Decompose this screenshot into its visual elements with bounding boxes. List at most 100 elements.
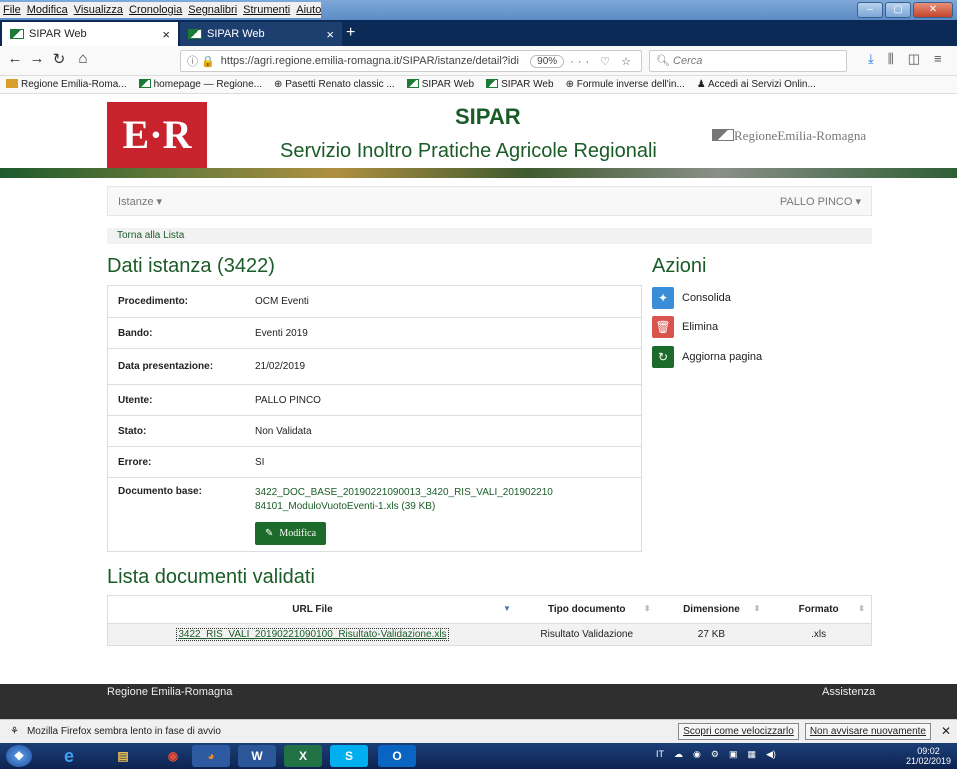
- page-actions-icon[interactable]: ··· ♡ ☆: [570, 55, 635, 68]
- user-dropdown[interactable]: PALLO PINCO ▾: [780, 195, 861, 208]
- language-icon[interactable]: IT: [656, 749, 664, 760]
- menu-cronologia[interactable]: Cronologia: [129, 2, 182, 18]
- volume-icon[interactable]: ◀): [766, 749, 776, 760]
- refresh-icon[interactable]: ↻: [652, 346, 674, 368]
- action-label[interactable]: Consolida: [682, 292, 731, 304]
- col-dimensione[interactable]: Dimensione ⬍: [657, 604, 767, 615]
- download-icon[interactable]: ⤓: [868, 51, 874, 67]
- regione-logo[interactable]: RegioneEmilia-Romagna: [712, 128, 866, 144]
- action-label[interactable]: Elimina: [682, 321, 718, 333]
- bookmark-item[interactable]: SIPAR Web: [486, 79, 554, 90]
- consolida-action[interactable]: ✦ Consolida: [652, 287, 731, 309]
- home-icon[interactable]: ⌂: [72, 50, 94, 67]
- bookmarks-bar: Regione Emilia-Roma... homepage — Region…: [0, 76, 957, 94]
- tab-sipar-1[interactable]: SIPAR Web ×: [2, 22, 178, 46]
- action-label[interactable]: Aggiorna pagina: [682, 351, 762, 363]
- regione-logo-text: RegioneEmilia-Romagna: [734, 128, 867, 143]
- excel-icon[interactable]: X: [284, 745, 322, 767]
- skype-icon[interactable]: S: [330, 745, 368, 767]
- table-row: 3422_RIS_VALI_20190221090100_Risultato-V…: [108, 623, 871, 645]
- pin-icon[interactable]: ✦: [652, 287, 674, 309]
- menu-aiuto[interactable]: Aiuto: [296, 2, 321, 18]
- er-logo[interactable]: E·R: [107, 102, 207, 168]
- word-icon[interactable]: W: [238, 745, 276, 767]
- col-url-file[interactable]: URL File ▼: [108, 604, 517, 615]
- system-tray: IT ☁ ◉ ⚙ ▣ ▦ ◀): [656, 749, 776, 760]
- ie-icon[interactable]: e: [50, 745, 88, 767]
- dont-notify-button[interactable]: Non avvisare nuovamente: [804, 723, 931, 740]
- learn-speedup-button[interactable]: Scopri come velocizzarlo: [678, 723, 799, 740]
- outlook-icon[interactable]: O: [378, 745, 416, 767]
- documento-line-1: 3422_DOC_BASE_20190221090013_3420_RIS_VA…: [255, 487, 553, 498]
- assistenza-link[interactable]: Assistenza: [822, 686, 875, 698]
- bookmark-item[interactable]: Regione Emilia-Roma...: [6, 79, 127, 90]
- minimize-button[interactable]: –: [857, 2, 883, 18]
- tab-sipar-2[interactable]: SIPAR Web ×: [180, 22, 342, 46]
- new-tab-icon[interactable]: +: [346, 22, 355, 44]
- close-tab-icon[interactable]: ×: [162, 27, 170, 42]
- col-formato[interactable]: Formato ⬍: [766, 604, 871, 615]
- url-text: https://agri.regione.emilia-romagna.it/S…: [220, 55, 519, 67]
- tray-app-icon[interactable]: ⚙: [711, 749, 719, 760]
- library-icon[interactable]: ⫼: [888, 51, 894, 67]
- trash-icon[interactable]: 🗑︎: [652, 316, 674, 338]
- menu-bar: File Modifica Visualizza Cronologia Segn…: [0, 2, 322, 18]
- modifica-button[interactable]: ✎ Modifica: [255, 522, 327, 545]
- back-icon[interactable]: ←: [4, 50, 26, 67]
- forward-icon[interactable]: →: [26, 50, 48, 67]
- details-table: Procedimento: OCM Eventi Bando: Eventi 201…: [107, 285, 642, 552]
- bookmark-item[interactable]: homepage — Regione...: [138, 79, 263, 90]
- person-icon: ♟: [696, 79, 708, 90]
- firefox-icon[interactable]: ◕: [192, 745, 230, 767]
- search-input[interactable]: 🔍︎ Cerca: [649, 50, 847, 72]
- tray-app-icon[interactable]: ▣: [729, 749, 738, 760]
- info-lock-icon[interactable]: ⓘ 🔒: [187, 53, 215, 69]
- documento-link[interactable]: 3422_DOC_BASE_20190221090013_3420_RIS_VA…: [255, 486, 641, 514]
- close-notification-icon[interactable]: ✕: [941, 724, 951, 738]
- start-button[interactable]: ❖: [6, 745, 32, 767]
- col-tipo[interactable]: Tipo documento ⬍: [517, 604, 657, 615]
- tab-label: SIPAR Web: [207, 28, 265, 40]
- reload-icon[interactable]: ↻: [48, 50, 70, 68]
- close-window-button[interactable]: ✕: [913, 2, 953, 18]
- detail-value: OCM Eventi: [255, 296, 309, 307]
- back-to-list-link[interactable]: Torna alla Lista: [117, 230, 184, 241]
- menu-segnalibri[interactable]: Segnalibri: [188, 2, 237, 18]
- sidebar-icon[interactable]: ◫: [908, 51, 920, 67]
- menu-file[interactable]: File: [3, 2, 21, 18]
- maximize-button[interactable]: ▢: [885, 2, 911, 18]
- dati-istanza-heading: Dati istanza (3422): [107, 255, 275, 277]
- tab-label: SIPAR Web: [29, 28, 87, 40]
- column-label: Dimensione: [683, 604, 740, 615]
- detail-row: Errore: SI: [108, 446, 641, 477]
- close-tab-icon[interactable]: ×: [326, 27, 334, 42]
- menu-modifica[interactable]: Modifica: [27, 2, 68, 18]
- elimina-action[interactable]: 🗑︎ Elimina: [652, 316, 718, 338]
- menu-visualizza[interactable]: Visualizza: [74, 2, 123, 18]
- chrome-icon[interactable]: ◉: [154, 745, 192, 767]
- detail-label: Stato:: [118, 425, 147, 437]
- zoom-level[interactable]: 90%: [530, 54, 565, 68]
- search-placeholder: Cerca: [673, 55, 703, 67]
- clock-date: 21/02/2019: [905, 756, 951, 766]
- bookmark-item[interactable]: ⊕ Pasetti Renato classic ...: [274, 79, 395, 90]
- detail-value: SI: [255, 456, 265, 468]
- network-icon[interactable]: ▦: [747, 749, 756, 760]
- tray-app-icon[interactable]: ☁: [674, 749, 683, 760]
- menu-icon[interactable]: ≡: [934, 51, 942, 67]
- url-bar[interactable]: ⓘ 🔒 https://agri.regione.emilia-romagna.…: [180, 50, 642, 72]
- clock[interactable]: 09:02 21/02/2019: [906, 746, 951, 766]
- istanze-dropdown[interactable]: Istanze ▾: [118, 195, 162, 208]
- tray-app-icon[interactable]: ◉: [693, 749, 701, 760]
- azioni-heading: Azioni: [652, 255, 707, 277]
- file-link[interactable]: 3422_RIS_VALI_20190221090100_Risultato-V…: [176, 628, 449, 641]
- bookmark-item[interactable]: ⊕ Formule inverse dell'in...: [566, 79, 685, 90]
- menu-strumenti[interactable]: Strumenti: [243, 2, 290, 18]
- notification-buttons: Scopri come velocizzarlo Non avvisare nu…: [678, 723, 931, 740]
- bookmark-item[interactable]: SIPAR Web: [406, 79, 474, 90]
- sort-desc-icon: ▼: [503, 604, 511, 613]
- bookmark-label: homepage — Regione...: [153, 79, 263, 90]
- aggiorna-action[interactable]: ↻ Aggiorna pagina: [652, 346, 762, 368]
- bookmark-item[interactable]: ♟ Accedi ai Servizi Onlin...: [697, 79, 816, 90]
- explorer-icon[interactable]: ▤: [104, 745, 142, 767]
